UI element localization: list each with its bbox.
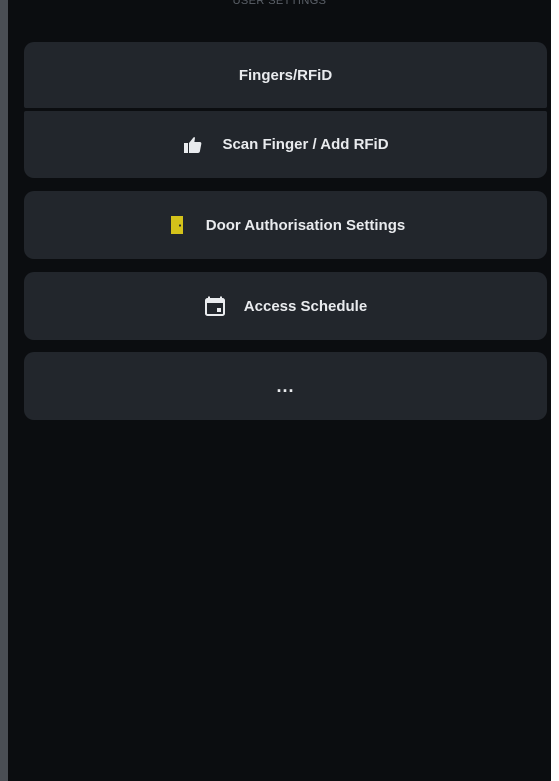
door-authorisation-label: Door Authorisation Settings	[205, 216, 406, 234]
right-edge-bar	[551, 0, 559, 781]
door-icon	[166, 214, 188, 236]
more-dots-icon: ...	[276, 376, 295, 396]
access-schedule-button[interactable]: Access Schedule	[24, 272, 547, 340]
fingers-rfid-button[interactable]: Fingers/RFiD	[24, 42, 547, 108]
thumbs-up-icon	[182, 134, 204, 156]
access-schedule-label: Access Schedule	[243, 297, 368, 315]
user-settings-screen: USER SETTINGS Fingers/RFiD Scan Finger /…	[0, 0, 559, 781]
scan-finger-button[interactable]: Scan Finger / Add RFiD	[24, 111, 547, 178]
left-edge-bar	[0, 0, 8, 781]
section-header: USER SETTINGS	[232, 0, 327, 7]
more-options-button[interactable]: ...	[24, 352, 547, 420]
fingers-rfid-label: Fingers/RFiD	[238, 66, 333, 84]
scan-finger-label: Scan Finger / Add RFiD	[222, 136, 389, 153]
door-authorisation-button[interactable]: Door Authorisation Settings	[24, 191, 547, 259]
calendar-icon	[204, 295, 226, 317]
